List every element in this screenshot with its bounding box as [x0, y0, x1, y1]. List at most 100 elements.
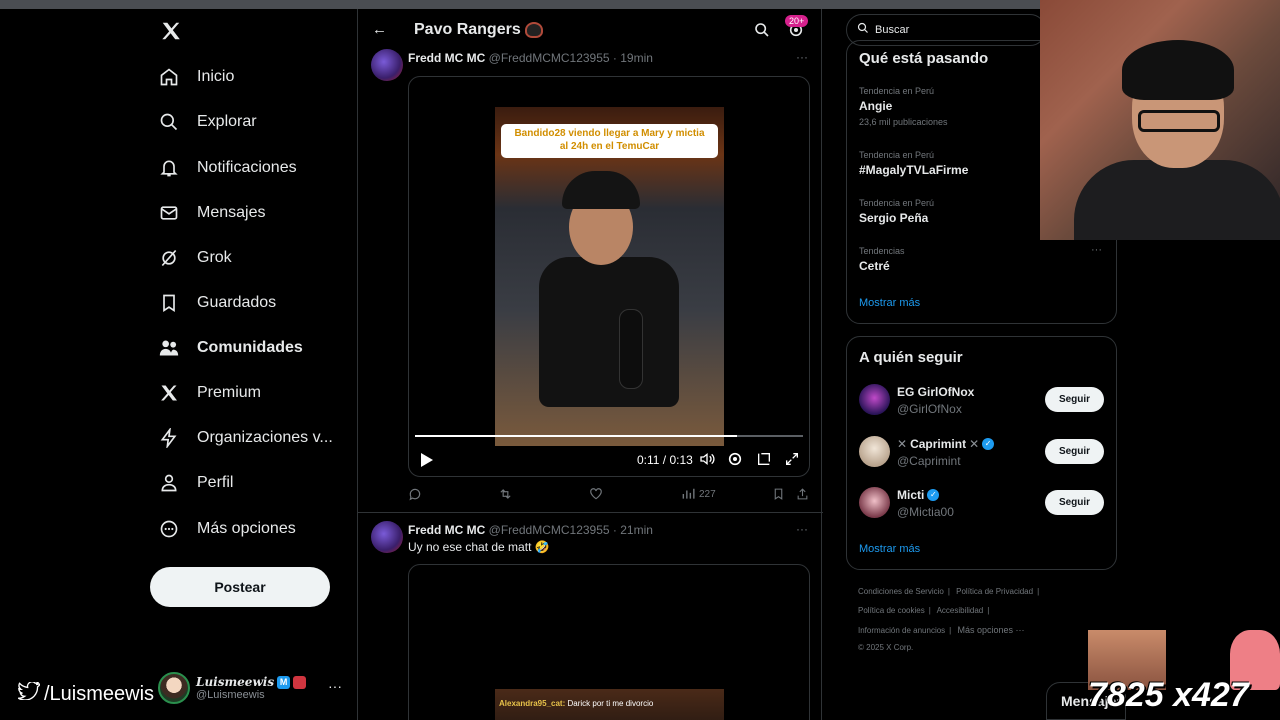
follow-button[interactable]: Seguir	[1045, 439, 1104, 464]
nav-item-premium[interactable]: Premium	[158, 376, 261, 410]
more-icon[interactable]: ···	[796, 50, 808, 64]
page-title: Pavo Rangers	[414, 21, 543, 39]
tweet-text: Uy no ese chat de matt 🤣	[408, 540, 550, 554]
retweet-icon[interactable]	[498, 487, 513, 501]
avatar[interactable]	[371, 521, 403, 553]
fullscreen-icon[interactable]	[784, 451, 800, 472]
footer-link[interactable]: Política de Privacidad	[956, 587, 1033, 596]
video-player[interactable]: Alexandra95_cat: Darick por ti me divorc…	[408, 564, 810, 720]
tweet-author[interactable]: Fredd MC MC @FreddMCMC123955 · 21min	[408, 523, 653, 537]
more-icon[interactable]: ···	[796, 522, 808, 536]
x-logo-icon[interactable]	[160, 20, 182, 42]
footer-link[interactable]: Condiciones de Servicio	[858, 587, 944, 596]
footer-link[interactable]: Política de cookies	[858, 606, 925, 615]
search-icon	[857, 21, 869, 39]
avatar[interactable]	[371, 49, 403, 81]
video-caption: Bandido28 viendo llegar a Mary y mictia …	[501, 124, 718, 158]
footer-separator: |	[947, 587, 950, 596]
communities-icon	[158, 337, 180, 359]
caption-line: Bandido28 viendo llegar a Mary y mictia	[514, 128, 705, 139]
search-input[interactable]	[875, 24, 1035, 36]
follow-handle: @Caprimint	[897, 454, 961, 468]
footer-link[interactable]: Información de anuncios	[858, 626, 945, 635]
person-icon	[158, 472, 180, 494]
nav-item-grok[interactable]: Grok	[158, 241, 232, 275]
show-more-link[interactable]: Mostrar más	[859, 543, 920, 555]
pip-icon[interactable]	[756, 451, 772, 472]
watermark-text: /Luismeewis	[44, 682, 155, 705]
follow-suggestion[interactable]: Micti ✓ @Mictia00 Seguir	[859, 487, 1109, 521]
account-name-text: Luismeewis	[196, 675, 275, 689]
account-name: Luismeewis M	[196, 675, 307, 689]
video-progress-bar[interactable]	[415, 435, 803, 437]
author-name: Fredd MC MC	[408, 51, 486, 65]
community-title: Pavo Rangers	[414, 21, 521, 38]
chat-message: Alexandra95_cat: Darick por ti me divorc…	[499, 699, 653, 708]
views-value: 227	[699, 488, 716, 500]
video-figure	[562, 171, 640, 209]
video-thumbnail[interactable]: Bandido28 viendo llegar a Mary y mictia …	[495, 107, 724, 446]
tweet-author[interactable]: Fredd MC MC @FreddMCMC123955 · 19min	[408, 51, 653, 65]
follow-name: ✕ Caprimint ✕ ✓	[897, 437, 995, 451]
copyright: © 2025 X Corp.	[858, 643, 914, 652]
footer-separator: |	[928, 606, 931, 615]
webcam-figure	[1074, 160, 1280, 240]
more-icon[interactable]: ···	[328, 678, 342, 694]
footer-links: Condiciones de Servicio | Política de Pri…	[858, 587, 1118, 652]
webcam-figure	[1122, 40, 1234, 100]
nav-item-profile[interactable]: Perfil	[158, 466, 233, 500]
author-name: Fredd MC MC	[408, 523, 486, 537]
badge-m: M	[277, 675, 291, 689]
follow-button[interactable]: Seguir	[1045, 490, 1104, 515]
avatar	[859, 487, 890, 518]
bookmark-icon[interactable]	[772, 487, 785, 501]
share-icon[interactable]	[796, 487, 809, 501]
video-thumbnail[interactable]: Alexandra95_cat: Darick por ti me divorc…	[495, 689, 724, 720]
trend-context: Tendencias	[859, 246, 905, 256]
nav-label: Inicio	[197, 68, 235, 85]
post-button[interactable]: Postear	[150, 567, 330, 607]
follow-suggestion[interactable]: EG GirlOfNox @GirlOfNox Seguir	[859, 384, 1109, 418]
nav-item-bookmarks[interactable]: Guardados	[158, 286, 276, 320]
badge-icon	[293, 675, 307, 689]
avatar	[158, 672, 190, 704]
grok-icon	[158, 247, 180, 269]
search-icon[interactable]	[754, 22, 770, 43]
nav-item-explore[interactable]: Explorar	[158, 105, 257, 139]
follow-suggestion[interactable]: ✕ Caprimint ✕ ✓ @Caprimint Seguir	[859, 436, 1109, 470]
back-arrow-icon[interactable]: ←	[372, 21, 387, 38]
avatar	[859, 384, 890, 415]
nav-item-more[interactable]: Más opciones	[158, 512, 296, 546]
follow-handle: @GirlOfNox	[897, 402, 962, 416]
trends-title: Qué está pasando	[859, 50, 989, 67]
webcam-figure	[1138, 110, 1220, 132]
footer-link[interactable]: Más opciones ···	[957, 625, 1024, 635]
progress-fill	[415, 435, 738, 437]
nav-item-messages[interactable]: Mensajes	[158, 196, 265, 230]
follow-name: Micti ✓	[897, 488, 940, 502]
views-count[interactable]: 227	[681, 487, 716, 501]
follow-name-text: Caprimint	[910, 437, 967, 451]
reply-icon[interactable]	[408, 487, 422, 501]
timeline-column: ← Pavo Rangers 20+ Fredd MC MC @FreddMCM…	[357, 9, 823, 720]
play-icon[interactable]	[420, 452, 434, 473]
volume-icon[interactable]	[699, 451, 715, 472]
notification-badge: 20+	[785, 15, 809, 27]
more-icon[interactable]: ···	[1091, 244, 1102, 256]
trend-item[interactable]: Tendencias Cetré	[859, 246, 1109, 273]
video-player[interactable]: Bandido28 viendo llegar a Mary y mictia …	[408, 76, 810, 477]
like-icon[interactable]	[589, 487, 603, 501]
nav-item-notifications[interactable]: Notificaciones	[158, 151, 297, 185]
divider	[358, 512, 823, 513]
nav-item-communities[interactable]: Comunidades	[158, 331, 303, 365]
caption-line: al 24h en el TemuCar	[559, 141, 660, 152]
footer-link[interactable]: Accesibilidad	[937, 606, 984, 615]
follow-name-text: Micti	[897, 488, 925, 502]
account-switcher[interactable]: Luismeewis M @Luismeewis ···	[158, 668, 348, 708]
follow-button[interactable]: Seguir	[1045, 387, 1104, 412]
follow-name: EG GirlOfNox	[897, 385, 974, 399]
nav-item-organizations[interactable]: Organizaciones v...	[158, 421, 333, 455]
show-more-link[interactable]: Mostrar más	[859, 297, 920, 309]
settings-gear-icon[interactable]	[727, 451, 743, 472]
nav-item-home[interactable]: Inicio	[158, 60, 234, 94]
